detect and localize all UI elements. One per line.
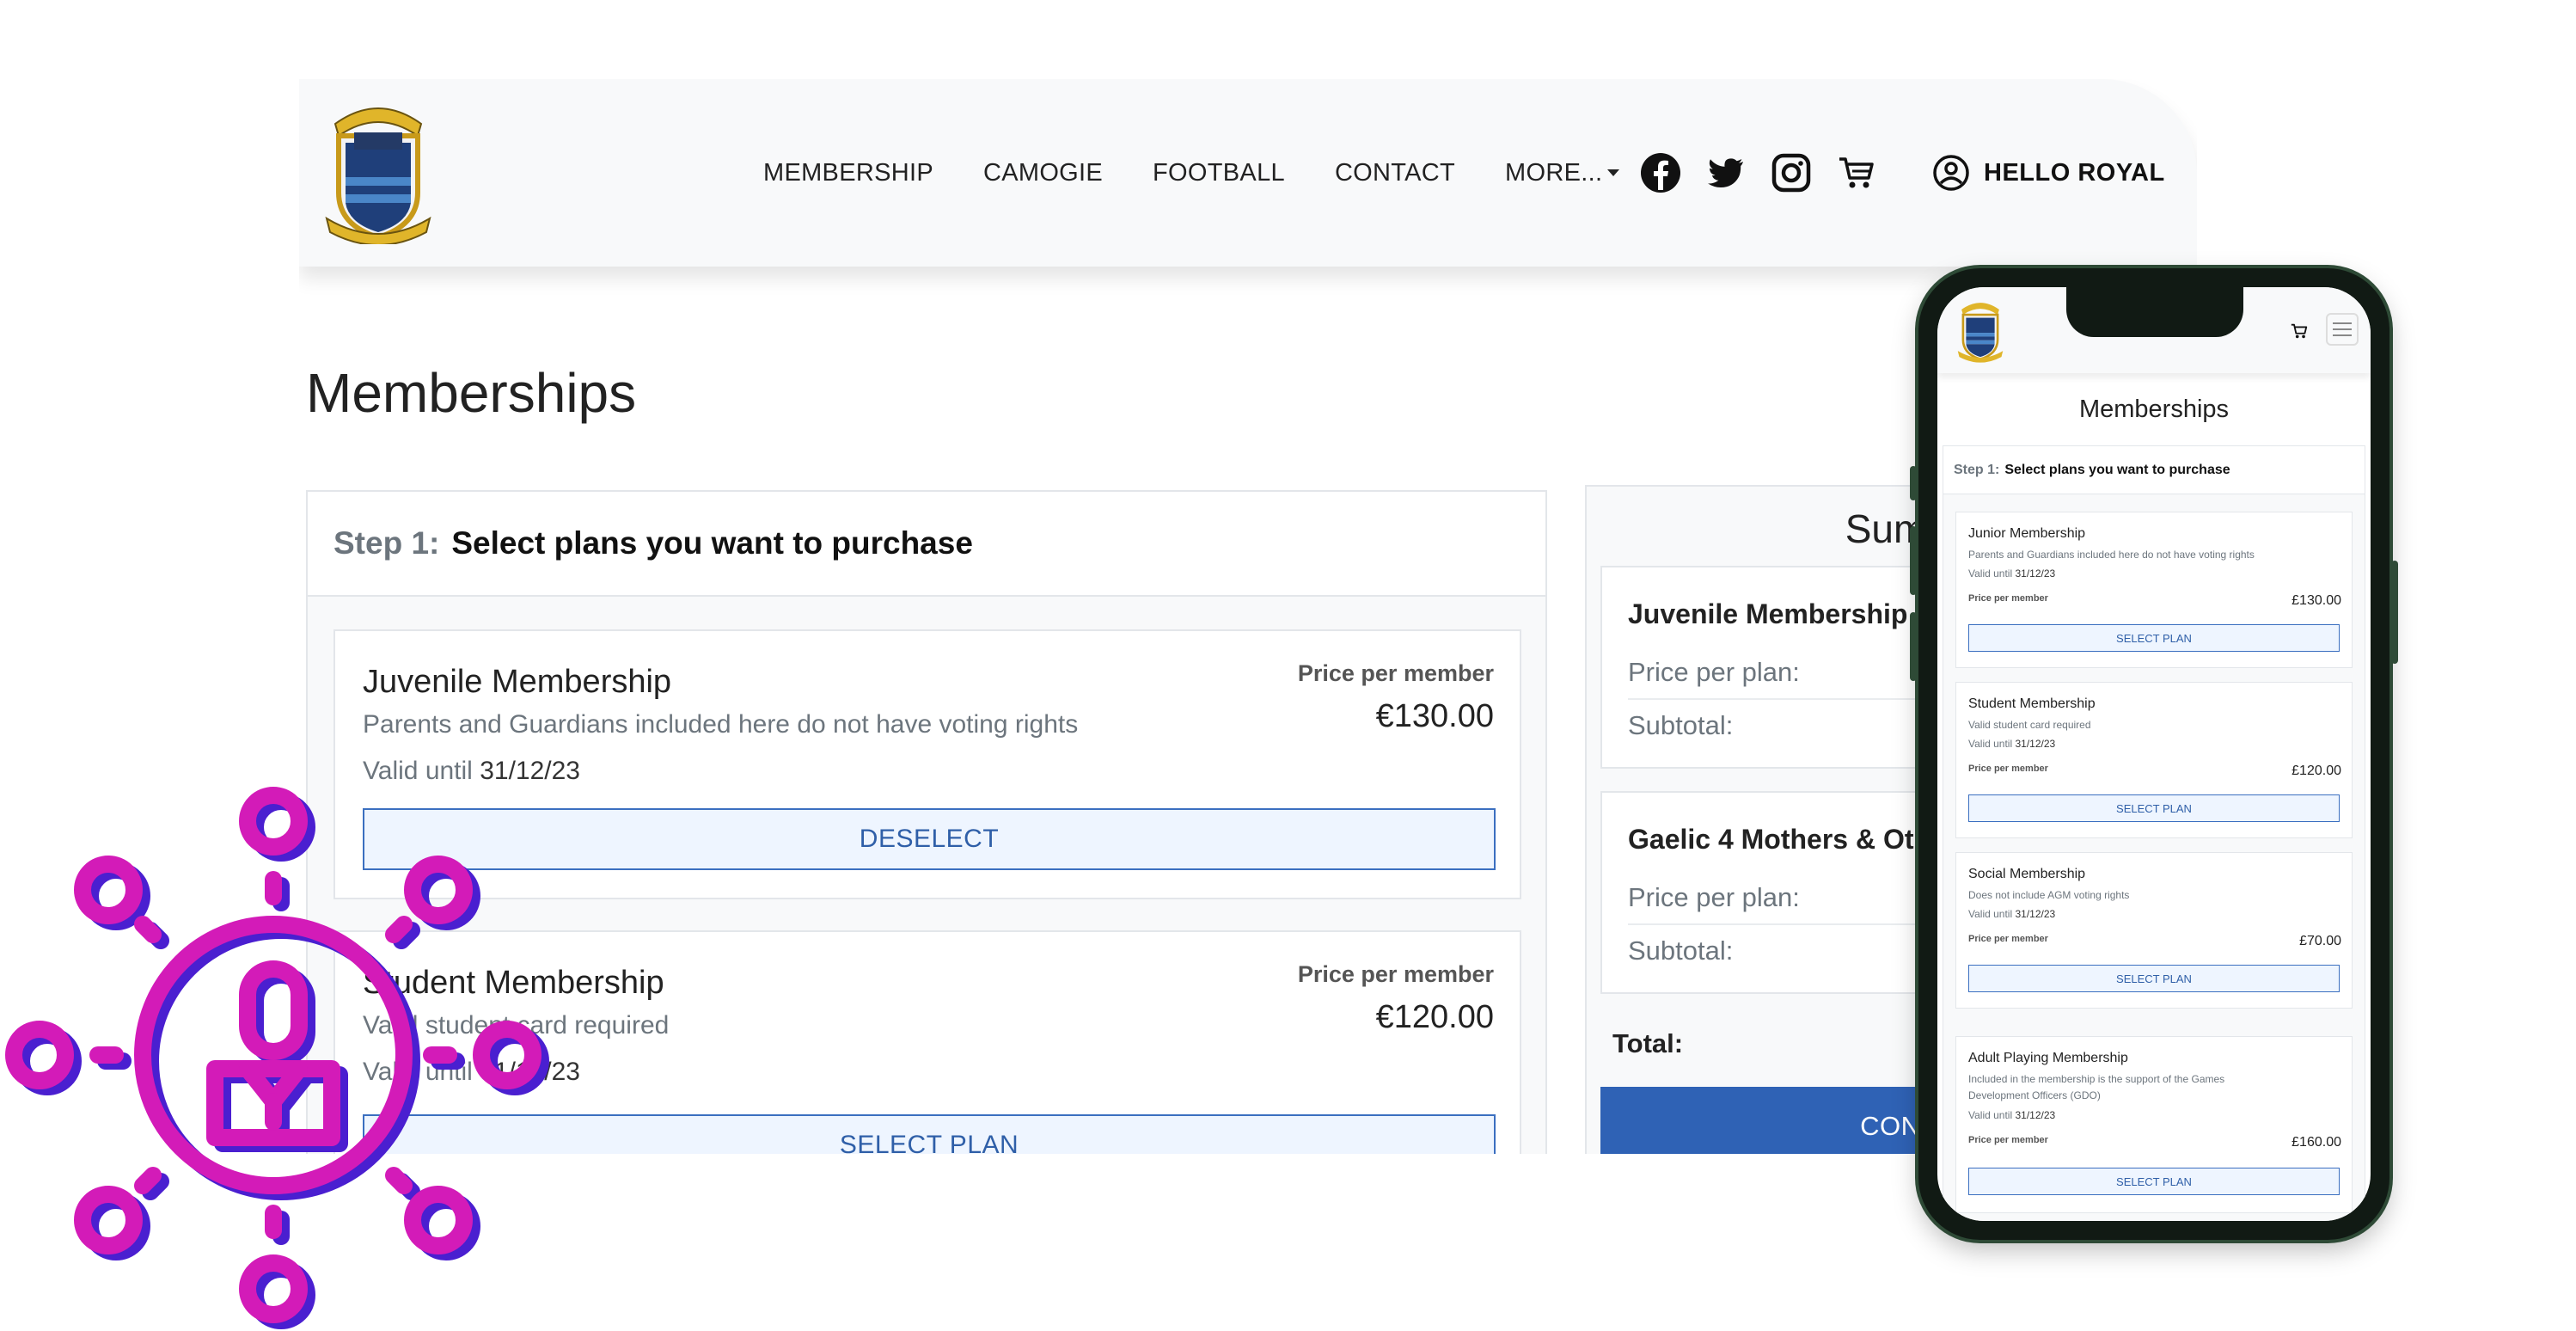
site-header: MEMBERSHIP CAMOGIE FOOTBALL CONTACT MORE…: [299, 79, 2197, 267]
summary-subtotal-label: Subtotal:: [1628, 710, 1734, 740]
club-crest-logo[interactable]: [1956, 297, 2004, 363]
plan-name: Social Membership: [1968, 867, 2086, 881]
plan-name: Adult Playing Membership: [1968, 1051, 2128, 1065]
valid-date: 31/12/23: [2015, 738, 2056, 750]
facebook-icon[interactable]: [1640, 152, 1681, 193]
main-nav: MEMBERSHIP CAMOGIE FOOTBALL CONTACT MORE…: [763, 79, 1669, 267]
summary-item-name: Juvenile Membership: [1628, 598, 1908, 629]
valid-prefix: Valid until: [1968, 908, 2013, 920]
twitter-icon[interactable]: [1705, 152, 1747, 193]
select-plan-button[interactable]: SELECT PLAN: [1968, 965, 2340, 992]
plan-description: Parents and Guardians included here do n…: [363, 710, 1079, 739]
price-label: Price per member: [1297, 660, 1494, 686]
mobile-plan-card: Student Membership Valid student card re…: [1955, 682, 2353, 838]
social-links: [1640, 79, 1901, 267]
select-plan-button[interactable]: SELECT PLAN: [1968, 1168, 2340, 1195]
caret-down-icon: [1607, 169, 1620, 176]
nav-more-label: MORE...: [1505, 158, 1603, 187]
price-label: Price per member: [1968, 593, 2048, 604]
price-label: Price per member: [1968, 764, 2048, 774]
plan-price: £130.00: [2291, 593, 2341, 608]
step-title: Select plans you want to purchase: [451, 525, 973, 561]
hamburger-menu-button[interactable]: [2326, 313, 2359, 346]
plan-name: Junior Membership: [1968, 526, 2086, 541]
phone-screen: Memberships Step 1: Select plans you wan…: [1937, 287, 2371, 1221]
user-menu[interactable]: HELLO ROYAL: [1932, 79, 2165, 267]
plan-description: Parents and Guardians included here do n…: [1968, 549, 2255, 561]
user-greeting: HELLO ROYAL: [1984, 158, 2165, 187]
screenshot-root: MEMBERSHIP CAMOGIE FOOTBALL CONTACT MORE…: [0, 0, 2576, 1331]
phone-side-button: [1910, 526, 1917, 595]
plan-description-line2: Development Officers (GDO): [1968, 1089, 2101, 1101]
step-label: Step 1:: [1954, 462, 2000, 477]
valid-prefix: Valid until: [1968, 1109, 2013, 1121]
valid-prefix: Valid until: [1968, 738, 2013, 750]
total-label: Total:: [1612, 1028, 1684, 1058]
user-circle-icon: [1933, 155, 1969, 191]
valid-prefix: Valid until: [1968, 567, 2013, 580]
plan-description: Included in the membership is the suppor…: [1968, 1073, 2225, 1085]
select-plan-button[interactable]: SELECT PLAN: [1968, 794, 2340, 822]
phone-mockup: Memberships Step 1: Select plans you wan…: [1910, 268, 2398, 1240]
plan-description: Does not include AGM voting rights: [1968, 889, 2130, 901]
plan-name: Student Membership: [1968, 696, 2096, 711]
mobile-plan-card: Adult Playing Membership Included in the…: [1955, 1036, 2353, 1213]
mobile-plans-panel: Step 1: Select plans you want to purchas…: [1943, 445, 2365, 1221]
plan-valid-until: Valid until 31/12/23: [1968, 908, 2055, 920]
plan-name: Juvenile Membership: [363, 664, 672, 700]
cart-icon[interactable]: [2290, 322, 2309, 340]
summary-subtotal-label: Subtotal:: [1628, 935, 1734, 966]
plan-price: £120.00: [2291, 764, 2341, 778]
phone-side-button: [2391, 561, 2398, 664]
plan-price: £70.00: [2299, 934, 2341, 948]
nav-more-dropdown[interactable]: MORE...: [1505, 158, 1620, 187]
plan-price: £160.00: [2291, 1135, 2341, 1150]
step-header: Step 1: Select plans you want to purchas…: [308, 492, 1545, 597]
nav-football[interactable]: FOOTBALL: [1153, 159, 1285, 187]
phone-notch: [2066, 287, 2243, 337]
phone-side-button: [1910, 466, 1917, 500]
mobile-page-title: Memberships: [2078, 396, 2230, 423]
price-label: Price per member: [1968, 1135, 2048, 1145]
plan-price: €120.00: [1375, 999, 1494, 1035]
phone-side-button: [1910, 612, 1917, 681]
summary-price-label: Price per plan:: [1628, 657, 1800, 687]
valid-date: 31/12/23: [2015, 567, 2056, 580]
instagram-icon[interactable]: [1771, 152, 1812, 193]
mobile-plan-card: Junior Membership Parents and Guardians …: [1955, 512, 2353, 668]
summary-price-label: Price per plan:: [1628, 882, 1800, 912]
member-network-icon: [5, 787, 549, 1329]
mobile-plan-card: Social Membership Does not include AGM v…: [1955, 852, 2353, 1009]
club-crest-logo[interactable]: [323, 98, 433, 244]
select-plan-button[interactable]: SELECT PLAN: [1968, 624, 2340, 652]
valid-date: 31/12/23: [2015, 908, 2056, 920]
price-label: Price per member: [1968, 934, 2048, 944]
mobile-step-header: Step 1: Select plans you want to purchas…: [1943, 446, 2365, 494]
page-title: Memberships: [306, 362, 637, 424]
hamburger-icon: [2333, 322, 2352, 336]
plan-valid-until: Valid until 31/12/23: [1968, 1109, 2055, 1121]
plan-valid-until: Valid until 31/12/23: [1968, 567, 2055, 580]
cart-icon[interactable]: [1836, 152, 1877, 193]
step-label: Step 1:: [333, 525, 440, 561]
plan-valid-until: Valid until 31/12/23: [1968, 738, 2055, 750]
plan-description: Valid student card required: [1968, 719, 2091, 731]
summary-item-name: Gaelic 4 Mothers & Oth: [1628, 824, 1931, 855]
nav-membership[interactable]: MEMBERSHIP: [763, 159, 933, 187]
price-label: Price per member: [1297, 961, 1494, 987]
nav-camogie[interactable]: CAMOGIE: [983, 159, 1103, 187]
valid-date: 31/12/23: [2015, 1109, 2056, 1121]
plan-price: €130.00: [1375, 698, 1494, 734]
nav-contact[interactable]: CONTACT: [1335, 159, 1455, 187]
step-title: Select plans you want to purchase: [2004, 462, 2230, 477]
